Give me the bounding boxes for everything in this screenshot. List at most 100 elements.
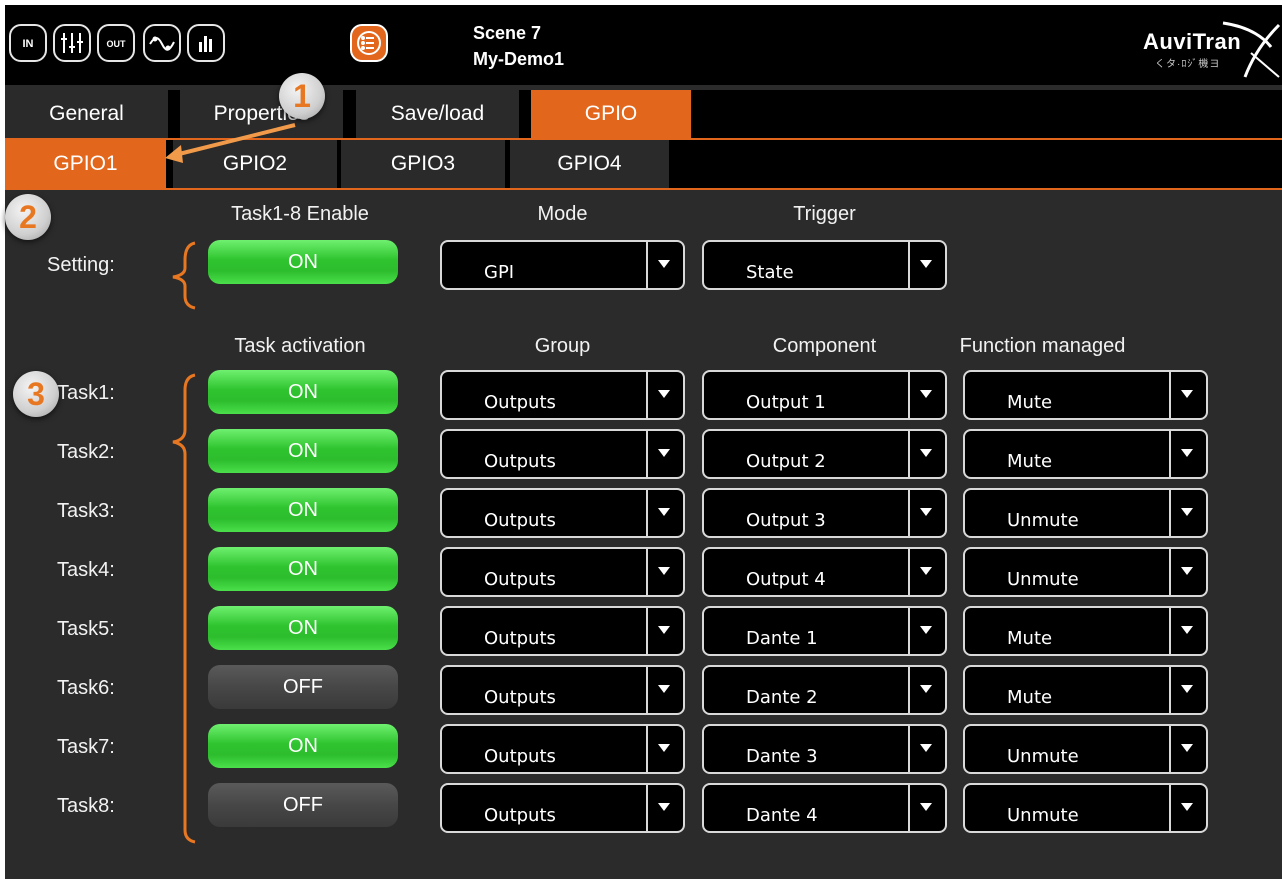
header-task-enable: Task1-8 Enable [231, 203, 369, 225]
group-dropdown[interactable]: Outputs [440, 429, 685, 479]
chevron-down-icon [658, 744, 670, 752]
group-value: Outputs [484, 451, 556, 472]
function-dropdown[interactable]: Mute [963, 606, 1208, 656]
component-value: Output 2 [746, 451, 826, 472]
chevron-down-icon [658, 626, 670, 634]
component-dropdown[interactable]: Dante 4 [702, 783, 947, 833]
task-activation-toggle[interactable]: ON [208, 488, 398, 532]
task-row-label: Task2: [57, 441, 115, 463]
setting-row-label: Setting: [47, 254, 115, 276]
group-dropdown[interactable]: Outputs [440, 547, 685, 597]
trigger-dropdown[interactable]: State [702, 240, 947, 290]
component-dropdown[interactable]: Dante 3 [702, 724, 947, 774]
function-value: Unmute [1007, 746, 1079, 767]
group-dropdown[interactable]: Outputs [440, 665, 685, 715]
component-dropdown[interactable]: Output 3 [702, 488, 947, 538]
group-value: Outputs [484, 569, 556, 590]
function-dropdown[interactable]: Unmute [963, 724, 1208, 774]
task-row-label: Task7: [57, 736, 115, 758]
header-group: Group [534, 335, 591, 357]
group-value: Outputs [484, 687, 556, 708]
meter-icon[interactable] [187, 24, 225, 62]
tab-gpio1[interactable]: GPIO1 [5, 140, 166, 188]
group-dropdown[interactable]: Outputs [440, 783, 685, 833]
task-activation-toggle[interactable]: ON [208, 547, 398, 591]
group-dropdown[interactable]: Outputs [440, 606, 685, 656]
chevron-down-icon [920, 567, 932, 575]
annotation-badge-1: 1 [279, 73, 325, 119]
tab-gpio2[interactable]: GPIO2 [173, 140, 337, 188]
function-value: Mute [1007, 628, 1053, 649]
svg-text:IN: IN [23, 38, 34, 50]
group-dropdown[interactable]: Outputs [440, 488, 685, 538]
chevron-down-icon [658, 685, 670, 693]
chevron-down-icon [1181, 744, 1193, 752]
task-row-label: Task8: [57, 795, 115, 817]
component-dropdown[interactable]: Output 2 [702, 429, 947, 479]
tab-gpio[interactable]: GPIO [531, 90, 691, 138]
input-icon[interactable]: IN [9, 24, 47, 62]
mode-dropdown[interactable]: GPI [440, 240, 685, 290]
tab-gpio3[interactable]: GPIO3 [341, 140, 505, 188]
group-value: Outputs [484, 392, 556, 413]
function-value: Mute [1007, 687, 1053, 708]
component-value: Output 1 [746, 392, 826, 413]
function-dropdown[interactable]: Unmute [963, 488, 1208, 538]
tab-general[interactable]: General [5, 90, 168, 138]
task-enable-toggle[interactable]: ON [208, 240, 398, 284]
component-value: Dante 3 [746, 746, 818, 767]
function-value: Unmute [1007, 569, 1079, 590]
function-dropdown[interactable]: Mute [963, 429, 1208, 479]
group-dropdown[interactable]: Outputs [440, 370, 685, 420]
chevron-down-icon [920, 685, 932, 693]
function-value: Unmute [1007, 805, 1079, 826]
component-dropdown[interactable]: Output 4 [702, 547, 947, 597]
chevron-down-icon [658, 260, 670, 268]
gpio-settings-panel: Task1-8 Enable Mode Trigger Setting: ON … [5, 190, 1282, 879]
logo-text: AuviTran [1143, 29, 1242, 54]
group-value: Outputs [484, 510, 556, 531]
auvitran-logo: AuviTran くタ·ﾛｼﾞ機ヨ [1133, 17, 1281, 79]
project-name: My-Demo1 [473, 49, 565, 69]
task-activation-toggle[interactable]: OFF [208, 665, 398, 709]
chevron-down-icon [658, 508, 670, 516]
group-value: Outputs [484, 746, 556, 767]
component-dropdown[interactable]: Dante 1 [702, 606, 947, 656]
task-activation-toggle[interactable]: OFF [208, 783, 398, 827]
eq-curve-icon[interactable] [143, 24, 181, 62]
task-row-label: Task4: [57, 559, 115, 581]
task-activation-toggle[interactable]: ON [208, 429, 398, 473]
group-value: Outputs [484, 628, 556, 649]
task-activation-toggle[interactable]: ON [208, 724, 398, 768]
header-task-activation: Task activation [234, 335, 366, 357]
chevron-down-icon [920, 744, 932, 752]
group-dropdown[interactable]: Outputs [440, 724, 685, 774]
component-dropdown[interactable]: Dante 2 [702, 665, 947, 715]
function-dropdown[interactable]: Mute [963, 370, 1208, 420]
function-dropdown[interactable]: Unmute [963, 783, 1208, 833]
mixer-icon[interactable] [53, 24, 91, 62]
chevron-down-icon [1181, 803, 1193, 811]
chevron-down-icon [1181, 626, 1193, 634]
scene-label: Scene 7 [473, 23, 542, 43]
mode-value: GPI [484, 262, 515, 283]
component-dropdown[interactable]: Output 1 [702, 370, 947, 420]
task-activation-toggle[interactable]: ON [208, 606, 398, 650]
task-row-label: Task5: [57, 618, 115, 640]
function-value: Mute [1007, 451, 1053, 472]
tab-save-load[interactable]: Save/load [356, 90, 519, 138]
chevron-down-icon [920, 508, 932, 516]
function-dropdown[interactable]: Unmute [963, 547, 1208, 597]
tab-gpio4[interactable]: GPIO4 [510, 140, 669, 188]
task-row-label: Task6: [57, 677, 115, 699]
task-activation-toggle[interactable]: ON [208, 370, 398, 414]
component-value: Output 4 [746, 569, 826, 590]
chevron-down-icon [1181, 567, 1193, 575]
chevron-down-icon [1181, 508, 1193, 516]
chevron-down-icon [658, 567, 670, 575]
function-dropdown[interactable]: Mute [963, 665, 1208, 715]
task-row-label: Task1: [57, 382, 115, 404]
group-value: Outputs [484, 805, 556, 826]
output-icon[interactable]: OUT [97, 24, 135, 62]
list-menu-icon[interactable] [350, 24, 388, 62]
